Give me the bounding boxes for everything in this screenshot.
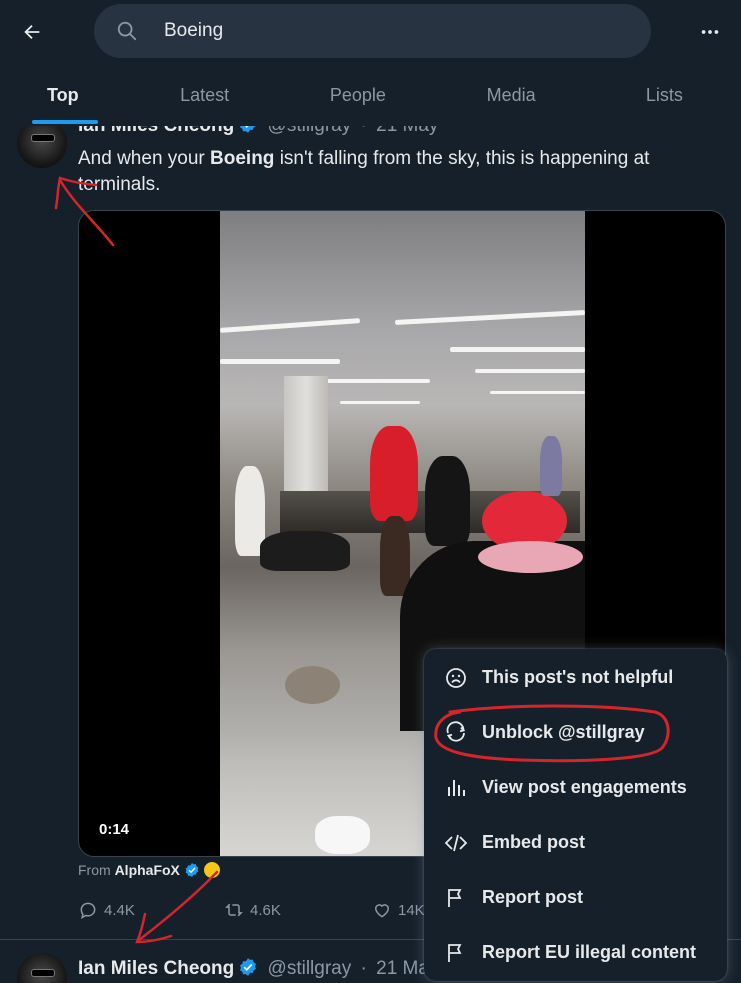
code-icon [444, 834, 468, 851]
flag-icon [448, 943, 462, 962]
separator-dot: · [360, 958, 367, 979]
search-input[interactable] [164, 16, 624, 46]
repost-count: 4.6K [250, 901, 281, 919]
tab-label: Latest [180, 84, 230, 105]
verified-badge-icon [240, 958, 257, 976]
avatar[interactable] [17, 953, 67, 983]
verified-badge-icon [185, 863, 199, 877]
tweet-text-part: And when your [78, 148, 211, 169]
tweet-header: Ian Miles Cheong @stillgray · 21 May [78, 957, 438, 980]
search-box[interactable] [94, 4, 651, 58]
tab-label: Lists [645, 84, 683, 105]
tab-people[interactable]: People [281, 64, 434, 126]
frown-face-icon [446, 667, 466, 688]
menu-item-label: Embed post [482, 832, 586, 852]
active-tab-indicator [32, 120, 98, 124]
author-name[interactable]: Ian Miles Cheong [78, 126, 234, 136]
reply-count: 4.4K [104, 901, 135, 919]
tweet-date[interactable]: 21 May [376, 126, 438, 136]
tab-lists[interactable]: Lists [588, 64, 741, 126]
avatar[interactable] [17, 126, 67, 168]
menu-item-view-engagements[interactable]: View post engagements [424, 760, 727, 815]
arrow-left-icon [24, 24, 40, 40]
separator-dot: · [361, 126, 367, 136]
from-label: From [78, 862, 111, 878]
back-button[interactable] [14, 14, 50, 50]
menu-item-report[interactable]: Report post [424, 870, 727, 925]
search-icon [117, 21, 137, 41]
video-timestamp: 0:14 [99, 821, 130, 838]
like-button[interactable]: 14K [372, 900, 425, 920]
menu-item-unblock[interactable]: Unblock @stillgray [424, 705, 727, 760]
verified-badge-icon [240, 126, 256, 133]
menu-item-embed[interactable]: Embed post [424, 815, 727, 870]
reply-icon [80, 902, 96, 919]
tweet-header: Ian Miles Cheong @stillgray · 21 May [78, 126, 438, 137]
tab-label: Media [486, 84, 536, 105]
author-handle[interactable]: @stillgray [268, 126, 352, 136]
post-options-menu: This post's not helpful Unblock @stillgr… [424, 649, 727, 981]
menu-item-report-eu[interactable]: Report EU illegal content [424, 925, 727, 980]
search-tabs: Top Latest People Media Lists [0, 64, 741, 126]
repost-button[interactable]: 4.6K [224, 900, 281, 920]
menu-item-label: Unblock @stillgray [482, 722, 645, 742]
tab-media[interactable]: Media [435, 64, 588, 126]
tab-top[interactable]: Top [0, 64, 128, 126]
menu-item-label: This post's not helpful [482, 667, 674, 687]
tab-latest[interactable]: Latest [128, 64, 281, 126]
bar-chart-icon [448, 779, 465, 796]
reply-button[interactable]: 4.4K [78, 900, 135, 920]
tab-label: Top [47, 84, 79, 105]
author-handle[interactable]: @stillgray [268, 958, 352, 979]
repost-icon [225, 903, 243, 917]
menu-item-label: Report post [482, 887, 583, 907]
menu-item-label: View post engagements [482, 777, 687, 797]
author-name[interactable]: Ian Miles Cheong [78, 958, 234, 979]
like-count: 14K [398, 901, 425, 919]
more-options-button[interactable] [690, 14, 730, 50]
tab-label: People [329, 84, 386, 105]
unblock-icon [446, 720, 466, 742]
menu-item-not-helpful[interactable]: This post's not helpful [424, 650, 727, 705]
heart-icon [374, 904, 390, 918]
video-source-attribution: From AlphaFoX [78, 862, 220, 878]
affiliate-coin-icon [203, 862, 220, 878]
highlighted-keyword: Boeing [210, 148, 275, 169]
more-horizontal-icon [701, 30, 719, 34]
source-account-name[interactable]: AlphaFoX [115, 862, 180, 878]
tweet-text: And when your Boeing isn't falling from … [78, 146, 698, 198]
flag-icon [448, 888, 462, 907]
menu-item-label: Report EU illegal content [482, 942, 697, 962]
top-bar [0, 0, 741, 64]
